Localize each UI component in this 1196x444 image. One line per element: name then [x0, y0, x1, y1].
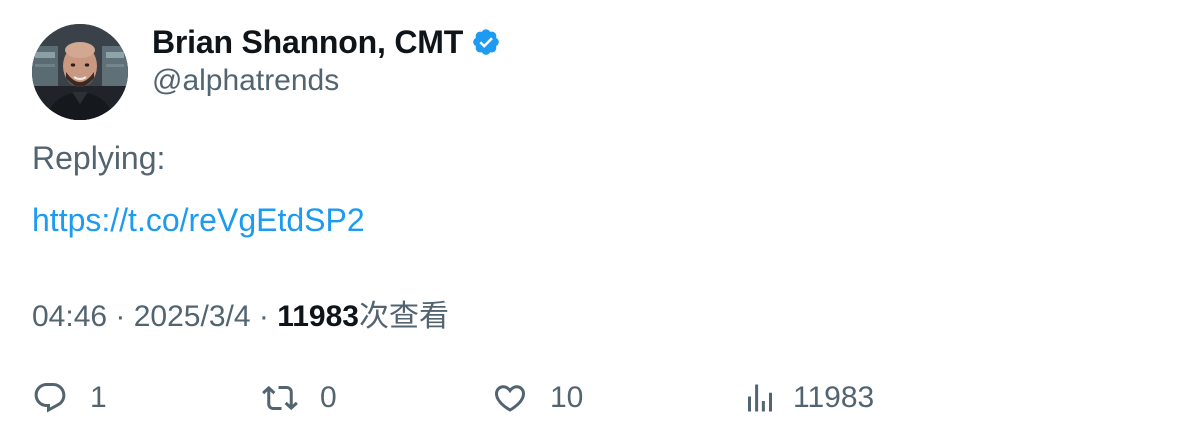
views-action-count: 11983 — [793, 381, 875, 414]
like-button[interactable]: 10 — [492, 378, 583, 418]
verified-badge-icon — [471, 27, 501, 57]
reply-count: 1 — [90, 381, 107, 414]
avatar[interactable] — [32, 24, 128, 120]
user-handle[interactable]: @alphatrends — [152, 64, 501, 98]
meta-separator: · — [258, 300, 278, 333]
like-count: 10 — [550, 381, 584, 414]
tweet-card: Brian Shannon, CMT @alphatrends Replying… — [0, 0, 1196, 444]
tweet-text: Replying: — [32, 140, 166, 176]
action-bar: 1 0 10 11983 — [0, 378, 1196, 422]
retweet-icon — [262, 380, 298, 416]
meta-separator: · — [115, 300, 134, 333]
heart-icon — [492, 380, 528, 416]
views-label: 次查看 — [358, 300, 449, 333]
tweet-meta: 04:46 · 2025/3/4 · 11983次查看 — [32, 291, 449, 335]
reply-button[interactable]: 1 — [32, 378, 107, 418]
display-name[interactable]: Brian Shannon, CMT — [152, 24, 463, 61]
bar-chart-icon — [742, 380, 778, 416]
reply-icon — [32, 380, 68, 416]
tweet-link[interactable]: https://t.co/reVgEtdSP2 — [32, 202, 365, 239]
tweet-time[interactable]: 04:46 — [32, 300, 107, 333]
name-row: Brian Shannon, CMT — [152, 22, 501, 62]
tweet-header: Brian Shannon, CMT @alphatrends — [152, 22, 501, 98]
tweet-date[interactable]: 2025/3/4 — [134, 300, 251, 333]
retweet-button[interactable]: 0 — [262, 378, 337, 418]
views-button[interactable]: 11983 — [742, 378, 874, 418]
avatar-image — [32, 24, 128, 120]
views-count: 11983 — [277, 300, 359, 333]
retweet-count: 0 — [320, 381, 337, 414]
